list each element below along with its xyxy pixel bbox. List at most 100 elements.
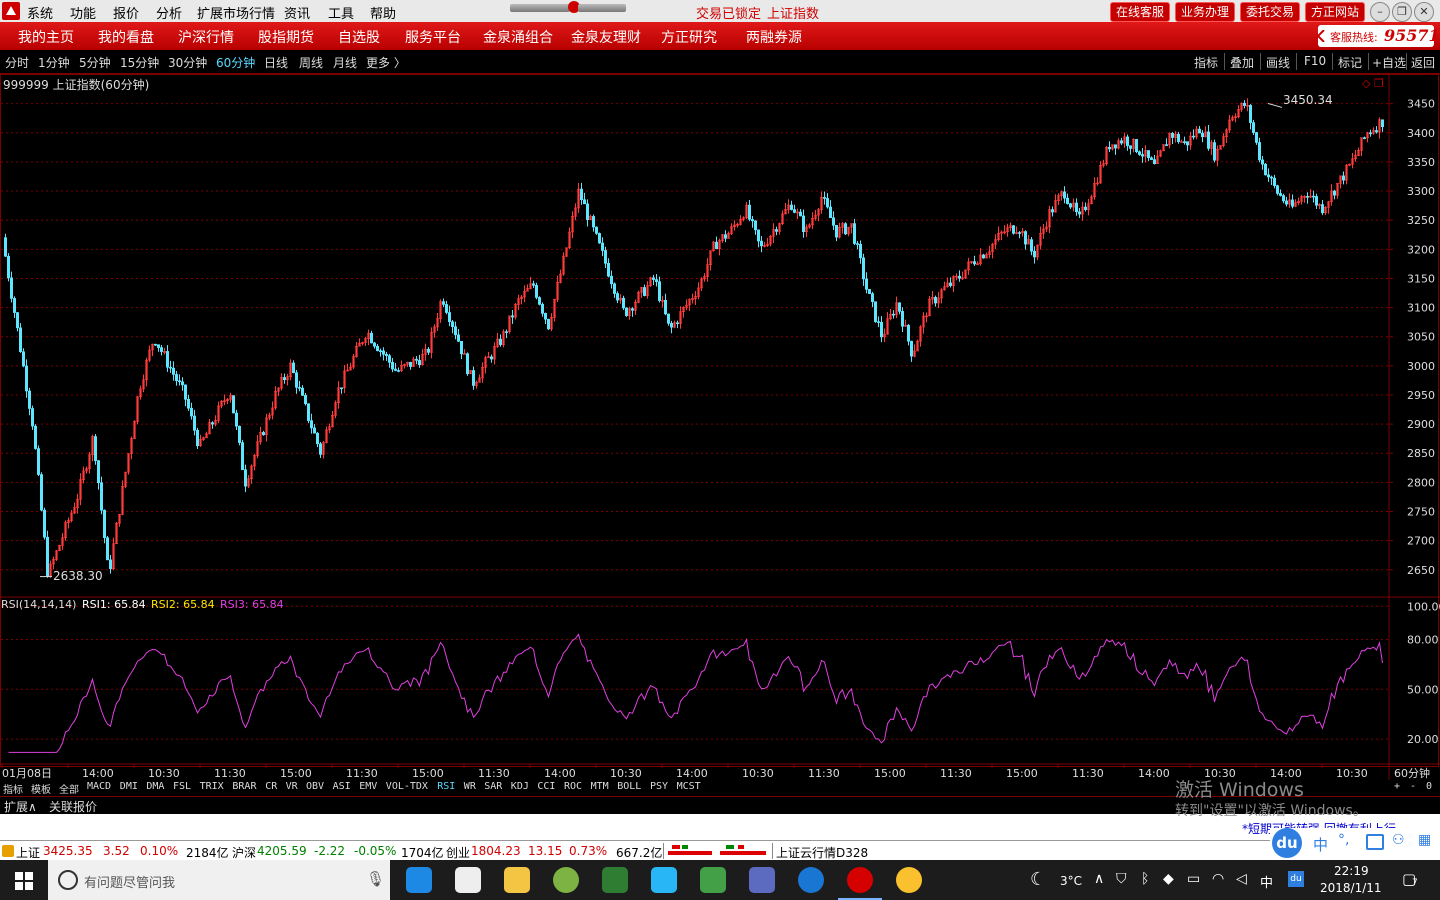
zoom-control-0[interactable]: +: [1394, 781, 1400, 792]
chart-expand-icon[interactable]: ◇ ❐: [1362, 77, 1384, 90]
baidu-tray-icon[interactable]: du: [1288, 871, 1304, 887]
tool-indicator[interactable]: 指标: [1194, 54, 1218, 71]
indicator-tab-kdj[interactable]: KDJ: [511, 781, 529, 792]
indicator-tab-vr[interactable]: VR: [286, 781, 298, 792]
founder-app-icon[interactable]: [847, 867, 873, 893]
related-quote[interactable]: 关联报价: [49, 798, 97, 815]
zoom-control-1[interactable]: -: [1410, 781, 1416, 792]
store-icon[interactable]: [455, 867, 481, 893]
indicator-tab-sar[interactable]: SAR: [484, 781, 502, 792]
indicator-tab-macd[interactable]: MACD: [87, 781, 111, 792]
menu-quote[interactable]: 报价: [113, 3, 139, 22]
nav-research[interactable]: 方正研究: [661, 27, 717, 47]
nav-index-futures[interactable]: 股指期货: [258, 27, 314, 47]
volume-slider-right[interactable]: [578, 4, 626, 12]
file-explorer-icon[interactable]: [504, 867, 530, 893]
nav-service[interactable]: 服务平台: [405, 27, 461, 47]
bluetooth-icon[interactable]: ᛒ: [1141, 871, 1149, 887]
volume-icon[interactable]: ◁: [1236, 871, 1247, 887]
tray-expand-icon[interactable]: ∧: [1094, 871, 1104, 887]
tool-overlay[interactable]: 叠加: [1230, 54, 1254, 71]
video-player-icon[interactable]: [651, 867, 677, 893]
menu-ext-market[interactable]: 扩展市场行情: [197, 3, 275, 22]
edge-icon[interactable]: [406, 867, 432, 893]
baidu-logo-icon[interactable]: du: [1272, 828, 1302, 858]
weather-moon-icon[interactable]: ☾: [1030, 869, 1046, 890]
nav-home[interactable]: 我的主页: [18, 27, 74, 47]
close-icon[interactable]: ✕: [1414, 2, 1434, 22]
clock-date[interactable]: 2018/1/11: [1320, 881, 1382, 895]
ime-grid-icon[interactable]: ▦: [1418, 832, 1431, 848]
period-monthly[interactable]: 月线: [333, 54, 357, 71]
website-button[interactable]: 方正网站: [1305, 2, 1365, 22]
indicator-tab-asi[interactable]: ASI: [333, 781, 351, 792]
status-trade-locked[interactable]: 交易已锁定: [696, 3, 761, 22]
period-intraday[interactable]: 分时: [5, 54, 29, 71]
indicator-tab-全部[interactable]: 全部: [59, 781, 79, 796]
battery-icon[interactable]: ▭: [1187, 871, 1200, 887]
indicator-tab-obv[interactable]: OBV: [306, 781, 324, 792]
nav-my-board[interactable]: 我的看盘: [98, 27, 154, 47]
indicator-tab-psy[interactable]: PSY: [650, 781, 668, 792]
wifi-icon[interactable]: ◠: [1212, 871, 1224, 887]
indicator-tab-cci[interactable]: CCI: [537, 781, 555, 792]
menu-function[interactable]: 功能: [70, 3, 96, 22]
indicator-tab-mcst[interactable]: MCST: [677, 781, 701, 792]
zoom-control-2[interactable]: 0: [1426, 781, 1432, 792]
cortana-search-box[interactable]: 有问题尽管问我 🎙: [48, 860, 390, 900]
indicator-tab-mtm[interactable]: MTM: [591, 781, 609, 792]
menu-news[interactable]: 资讯: [284, 3, 310, 22]
nav-finance[interactable]: 金泉友理财: [571, 27, 641, 47]
period-30min[interactable]: 30分钟: [168, 54, 207, 71]
ime-punct-icon[interactable]: °,: [1338, 832, 1349, 848]
indicator-tab-rsi[interactable]: RSI: [437, 781, 455, 792]
indicator-tab-fsl[interactable]: FSL: [173, 781, 191, 792]
cloud-quote[interactable]: 上证云行情D328: [776, 844, 868, 861]
business-button[interactable]: 业务办理: [1175, 2, 1235, 22]
nav-watchlist[interactable]: 自选股: [338, 27, 380, 47]
ime-skin-icon[interactable]: [1366, 834, 1384, 850]
iqiyi-icon[interactable]: [700, 867, 726, 893]
period-daily[interactable]: 日线: [264, 54, 288, 71]
tray-app-icon[interactable]: ◆: [1163, 871, 1174, 887]
baidu-ime-bar[interactable]: du 中 °, ⚇ ▦: [1270, 828, 1440, 860]
photo-app-icon[interactable]: [602, 867, 628, 893]
tool-mark[interactable]: 标记: [1338, 54, 1362, 71]
indicator-tab-boll[interactable]: BOLL: [617, 781, 641, 792]
ext-toggle[interactable]: 扩展∧: [4, 798, 37, 815]
period-60min[interactable]: 60分钟: [216, 54, 255, 71]
weather-temp[interactable]: 3°C: [1060, 874, 1082, 888]
period-more[interactable]: 更多 〉: [366, 54, 406, 71]
indicator-tab-模板[interactable]: 模板: [31, 781, 51, 796]
cy-label[interactable]: 创业: [446, 844, 470, 861]
period-15min[interactable]: 15分钟: [120, 54, 159, 71]
indicator-tab-roc[interactable]: ROC: [564, 781, 582, 792]
tool-draw-line[interactable]: 画线: [1266, 54, 1290, 71]
sh-label[interactable]: 上证: [16, 844, 40, 861]
nav-portfolio[interactable]: 金泉涌组合: [483, 27, 553, 47]
period-5min[interactable]: 5分钟: [79, 54, 111, 71]
menu-system[interactable]: 系统: [27, 3, 53, 22]
indicator-tab-trix[interactable]: TRIX: [200, 781, 224, 792]
menu-help[interactable]: 帮助: [370, 3, 396, 22]
trading-app-icon[interactable]: [749, 867, 775, 893]
kline-chart-svg[interactable]: 3450 3400 3350 3300 3250 3200 3150 3100 3050 3000…: [0, 74, 1440, 782]
nav-hs-market[interactable]: 沪深行情: [178, 27, 234, 47]
indicator-tab-指标[interactable]: 指标: [3, 781, 23, 796]
menu-analysis[interactable]: 分析: [156, 3, 182, 22]
volume-slider-left[interactable]: [510, 4, 570, 12]
tool-add-watchlist[interactable]: +自选: [1372, 54, 1406, 71]
restore-icon[interactable]: ❐: [1392, 2, 1412, 22]
app-green-icon[interactable]: [553, 867, 579, 893]
online-service-button[interactable]: 在线客服: [1110, 2, 1170, 22]
period-weekly[interactable]: 周线: [299, 54, 323, 71]
browser-icon[interactable]: [896, 867, 922, 893]
ime-indicator[interactable]: 中: [1260, 872, 1273, 891]
tool-back[interactable]: 返回: [1411, 54, 1435, 71]
period-1min[interactable]: 1分钟: [38, 54, 70, 71]
tool-f10[interactable]: F10: [1304, 54, 1326, 68]
indicator-tab-cr[interactable]: CR: [265, 781, 277, 792]
chart-area[interactable]: 3450 3400 3350 3300 3250 3200 3150 3100 3050 3000…: [0, 74, 1440, 782]
entrust-trade-button[interactable]: 委托交易: [1240, 2, 1300, 22]
indicator-tab-emv[interactable]: EMV: [359, 781, 377, 792]
